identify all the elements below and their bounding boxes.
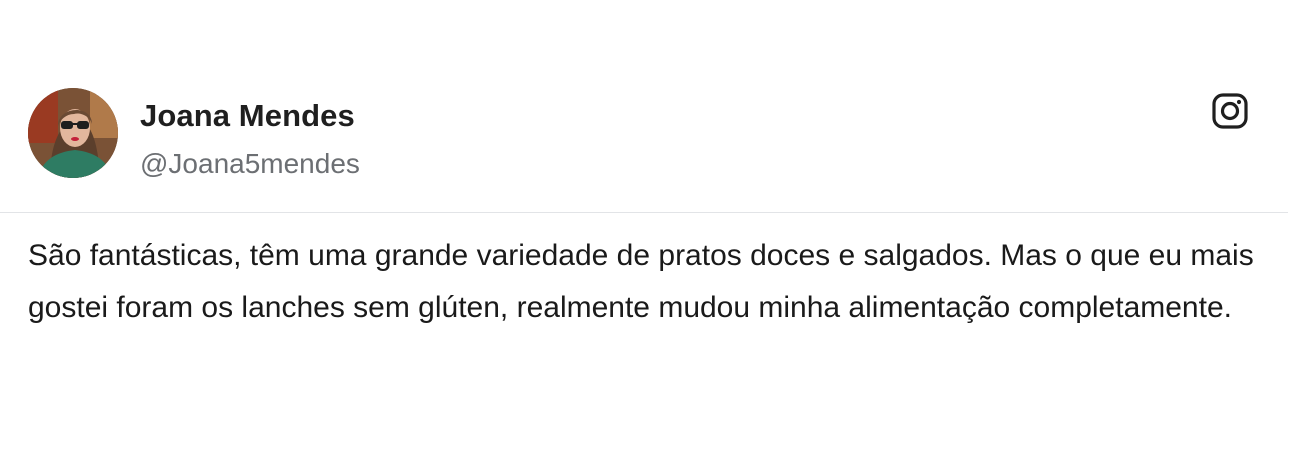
author-handle[interactable]: @Joana5mendes — [140, 148, 360, 180]
instagram-icon[interactable] — [1211, 92, 1249, 130]
author-name[interactable]: Joana Mendes — [140, 98, 355, 134]
post-card: Joana Mendes @Joana5mendes São fantástic… — [0, 0, 1310, 460]
avatar-photo-icon — [28, 88, 118, 178]
post-text: São fantásticas, têm uma grande variedad… — [28, 239, 1254, 324]
post-header: Joana Mendes @Joana5mendes — [28, 88, 1258, 180]
avatar[interactable] — [28, 88, 118, 178]
divider — [0, 212, 1288, 213]
